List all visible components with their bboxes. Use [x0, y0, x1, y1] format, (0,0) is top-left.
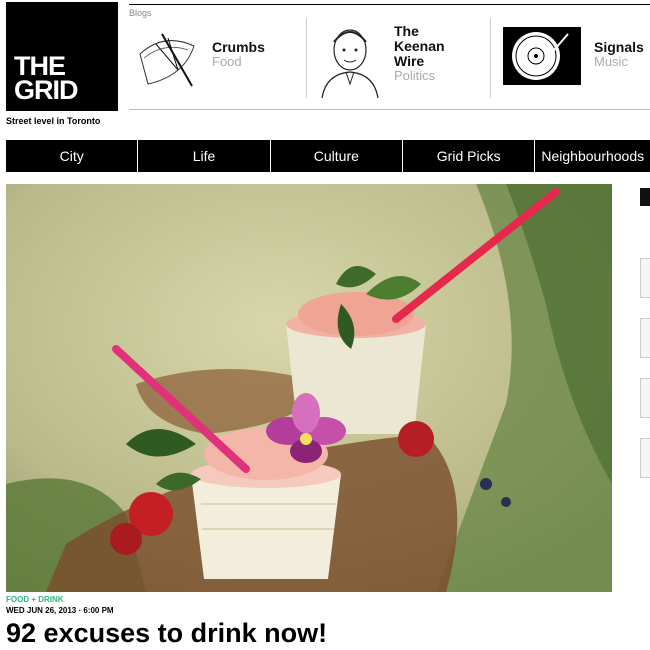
- blog-crumbs[interactable]: Crumbs Food: [134, 18, 294, 100]
- article-kicker[interactable]: FOOD + DRINK: [6, 595, 64, 604]
- nav-item-life[interactable]: Life: [138, 140, 271, 172]
- blog-title: Crumbs: [212, 39, 265, 55]
- nav-item-city[interactable]: City: [6, 140, 139, 172]
- blog-title: The Keenan Wire: [394, 23, 445, 69]
- blog-divider: [306, 18, 307, 98]
- blog-divider: [490, 18, 491, 98]
- blog-signals[interactable]: Signals Music: [502, 18, 650, 100]
- sidebar-widget[interactable]: [640, 318, 650, 358]
- sidebar-widget[interactable]: [640, 258, 650, 298]
- blog-keenan-wire[interactable]: The Keenan Wire Politics: [316, 18, 486, 100]
- article-date: WED JUN 26, 2013 · 6:00 PM: [6, 606, 114, 615]
- blog-category: Music: [594, 54, 628, 69]
- blogs-label: Blogs: [129, 8, 152, 18]
- hero-image[interactable]: [6, 184, 612, 592]
- nav-item-grid-picks[interactable]: Grid Picks: [403, 140, 536, 172]
- pie-whisk-icon: [139, 33, 195, 87]
- main-nav: City Life Culture Grid Picks Neighbourho…: [6, 140, 650, 172]
- blogs-top-rule: [129, 4, 650, 5]
- sidebar-widget[interactable]: [640, 378, 650, 418]
- turntable-icon: [503, 27, 581, 85]
- blog-category: Food: [212, 54, 242, 69]
- article-headline[interactable]: 92 excuses to drink now!: [6, 618, 327, 649]
- blog-title: Signals: [594, 39, 644, 55]
- sidebar-widget[interactable]: [640, 438, 650, 478]
- nav-item-culture[interactable]: Culture: [271, 140, 404, 172]
- blog-category: Politics: [394, 68, 436, 83]
- site-tagline: Street level in Toronto: [6, 116, 101, 126]
- portrait-icon: [321, 29, 379, 98]
- nav-item-neighbourhoods[interactable]: Neighbourhoods: [535, 140, 650, 172]
- blogs-bottom-rule: [129, 109, 650, 110]
- sidebar-widget-header: [640, 188, 650, 206]
- logo-text: THE GRID: [14, 51, 78, 105]
- drinks-photo: [6, 184, 612, 592]
- site-logo[interactable]: THE GRID: [6, 2, 118, 111]
